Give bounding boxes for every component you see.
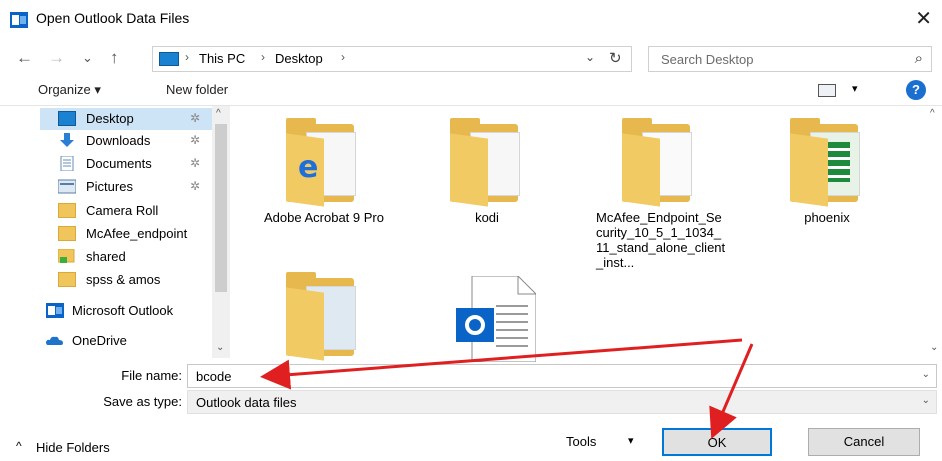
sidebar-item-label: Documents — [86, 156, 152, 171]
sidebar-item-mcafee-endpoint[interactable]: McAfee_endpoint — [44, 223, 232, 245]
file-type-row: Save as type: Outlook data files ⌄ — [0, 390, 942, 414]
folder-icon — [622, 118, 698, 207]
address-dropdown-icon[interactable]: ⌄ — [585, 50, 595, 64]
scrollbar-thumb[interactable] — [215, 124, 227, 292]
file-name: kodi — [475, 210, 499, 225]
file-list: e Adobe Acrobat 9 Pro kodi McAfee_Endpoi… — [232, 106, 928, 362]
pin-icon[interactable]: ✲ — [190, 156, 200, 170]
forward-arrow-icon[interactable]: → — [48, 48, 65, 68]
file-name-value: bcode — [196, 369, 232, 384]
folder-icon: e — [286, 118, 362, 207]
refresh-icon[interactable]: ↻ — [609, 49, 622, 67]
sidebar-item-label: Pictures — [86, 179, 133, 194]
back-arrow-icon[interactable]: ← — [16, 48, 33, 68]
sidebar-item-camera-roll[interactable]: Camera Roll — [44, 200, 232, 222]
breadcrumb-separator[interactable]: › — [341, 50, 345, 64]
search-icon[interactable]: ⌕ — [915, 50, 923, 67]
scroll-up-icon[interactable]: ^ — [216, 108, 221, 119]
scroll-up-icon[interactable]: ^ — [930, 108, 935, 119]
navigation-bar: ← → ⌄ ↑ › This PC › Desktop › ⌄ ↻ Search… — [0, 42, 942, 76]
chevron-down-icon[interactable]: ⌄ — [922, 369, 930, 380]
sidebar-item-label: McAfee_endpoint — [86, 226, 188, 241]
this-pc-icon — [159, 52, 179, 66]
sidebar-item-label: Downloads — [86, 133, 151, 148]
outlook-icon — [46, 303, 64, 318]
sidebar-item-label: spss & amos — [86, 272, 161, 287]
outlook-data-file-icon — [456, 276, 536, 362]
scroll-down-icon[interactable]: ⌄ — [930, 342, 938, 353]
save-as-type-label: Save as type: — [103, 394, 182, 409]
view-options-icon[interactable] — [818, 84, 836, 97]
breadcrumb-this-pc[interactable]: This PC — [199, 51, 245, 66]
content-scrollbar[interactable]: ^ ⌄ — [928, 106, 942, 358]
address-bar[interactable]: › This PC › Desktop › ⌄ ↻ — [152, 46, 632, 72]
sidebar-item-onedrive[interactable]: OneDrive — [38, 330, 226, 352]
up-arrow-icon[interactable]: ↑ — [110, 48, 119, 68]
sidebar-item-label: OneDrive — [72, 333, 127, 348]
organize-button[interactable]: Organize ▾ — [38, 82, 101, 98]
pin-icon[interactable]: ✲ — [190, 133, 200, 147]
folder-icon — [450, 118, 526, 207]
help-icon[interactable]: ? — [906, 80, 926, 100]
file-type-value: Outlook data files — [196, 395, 297, 410]
sidebar-item-label: Desktop — [86, 111, 134, 126]
pin-icon[interactable]: ✲ — [190, 179, 200, 193]
view-dropdown-icon[interactable]: ▾ — [852, 82, 858, 95]
folder-icon — [58, 203, 76, 218]
close-icon[interactable]: ✕ — [915, 6, 932, 31]
sidebar-item-shared[interactable]: shared — [44, 246, 232, 268]
chevron-down-icon[interactable]: ⌄ — [922, 395, 930, 406]
title-bar: Open Outlook Data Files ✕ — [0, 0, 942, 38]
edge-logo-icon: e — [298, 150, 319, 185]
navigation-pane: Desktop ✲ Downloads ✲ Documents ✲ Pictur… — [0, 106, 232, 358]
file-name-field[interactable]: bcode ⌄ — [187, 364, 937, 388]
sidebar-item-microsoft-outlook[interactable]: Microsoft Outlook — [38, 300, 226, 322]
folder-icon — [790, 118, 866, 207]
shared-folder-icon — [58, 249, 75, 263]
sidebar-item-label: shared — [86, 249, 126, 264]
sidebar-item-downloads[interactable]: Downloads ✲ — [44, 130, 232, 152]
documents-icon — [60, 156, 74, 171]
search-placeholder: Search Desktop — [661, 52, 754, 67]
recent-locations-icon[interactable]: ⌄ — [82, 50, 93, 66]
downloads-icon — [60, 133, 74, 147]
sidebar-item-desktop[interactable]: Desktop ✲ — [40, 108, 218, 130]
breadcrumb-separator: › — [185, 50, 189, 64]
sidebar-item-spss-amos[interactable]: spss & amos — [44, 269, 232, 291]
tools-menu-button[interactable]: Tools — [566, 434, 596, 449]
cancel-button[interactable]: Cancel — [808, 428, 920, 456]
breadcrumb-desktop[interactable]: Desktop — [275, 51, 323, 66]
folder-icon — [58, 272, 76, 287]
scroll-down-icon[interactable]: ⌄ — [216, 342, 224, 353]
sidebar-item-pictures[interactable]: Pictures ✲ — [44, 176, 232, 198]
breadcrumb-separator: › — [261, 50, 265, 64]
dialog-footer: ^ Hide Folders Tools ▾ OK Cancel — [0, 420, 942, 461]
file-name-label: File name: — [121, 368, 182, 383]
chevron-up-icon[interactable]: ^ — [16, 439, 22, 453]
file-name-row: File name: bcode ⌄ — [0, 364, 942, 388]
folder-icon — [286, 272, 362, 361]
search-input[interactable]: Search Desktop ⌕ — [648, 46, 932, 72]
sidebar-item-label: Camera Roll — [86, 203, 159, 218]
folder-icon — [58, 226, 76, 241]
file-name: Adobe Acrobat 9 Pro — [264, 210, 384, 225]
ok-button[interactable]: OK — [662, 428, 772, 456]
sidebar-item-label: Microsoft Outlook — [72, 303, 174, 318]
file-name: McAfee_Endpoint_Security_10_5_1_1034_11_… — [596, 210, 726, 270]
pictures-icon — [58, 179, 76, 194]
file-name: phoenix — [804, 210, 850, 225]
sidebar-item-documents[interactable]: Documents ✲ — [44, 153, 232, 175]
sidebar-scrollbar[interactable]: ^ ⌄ — [212, 106, 230, 358]
onedrive-icon — [46, 336, 63, 345]
command-toolbar: Organize ▾ New folder ▾ ? — [0, 76, 942, 106]
tools-dropdown-icon[interactable]: ▾ — [628, 434, 634, 447]
hide-folders-button[interactable]: Hide Folders — [36, 440, 110, 455]
file-type-select[interactable]: Outlook data files ⌄ — [187, 390, 937, 414]
pin-icon[interactable]: ✲ — [190, 111, 200, 125]
desktop-icon — [58, 111, 76, 126]
window-title: Open Outlook Data Files — [36, 10, 190, 26]
new-folder-button[interactable]: New folder — [166, 82, 228, 97]
outlook-app-icon — [10, 12, 28, 28]
